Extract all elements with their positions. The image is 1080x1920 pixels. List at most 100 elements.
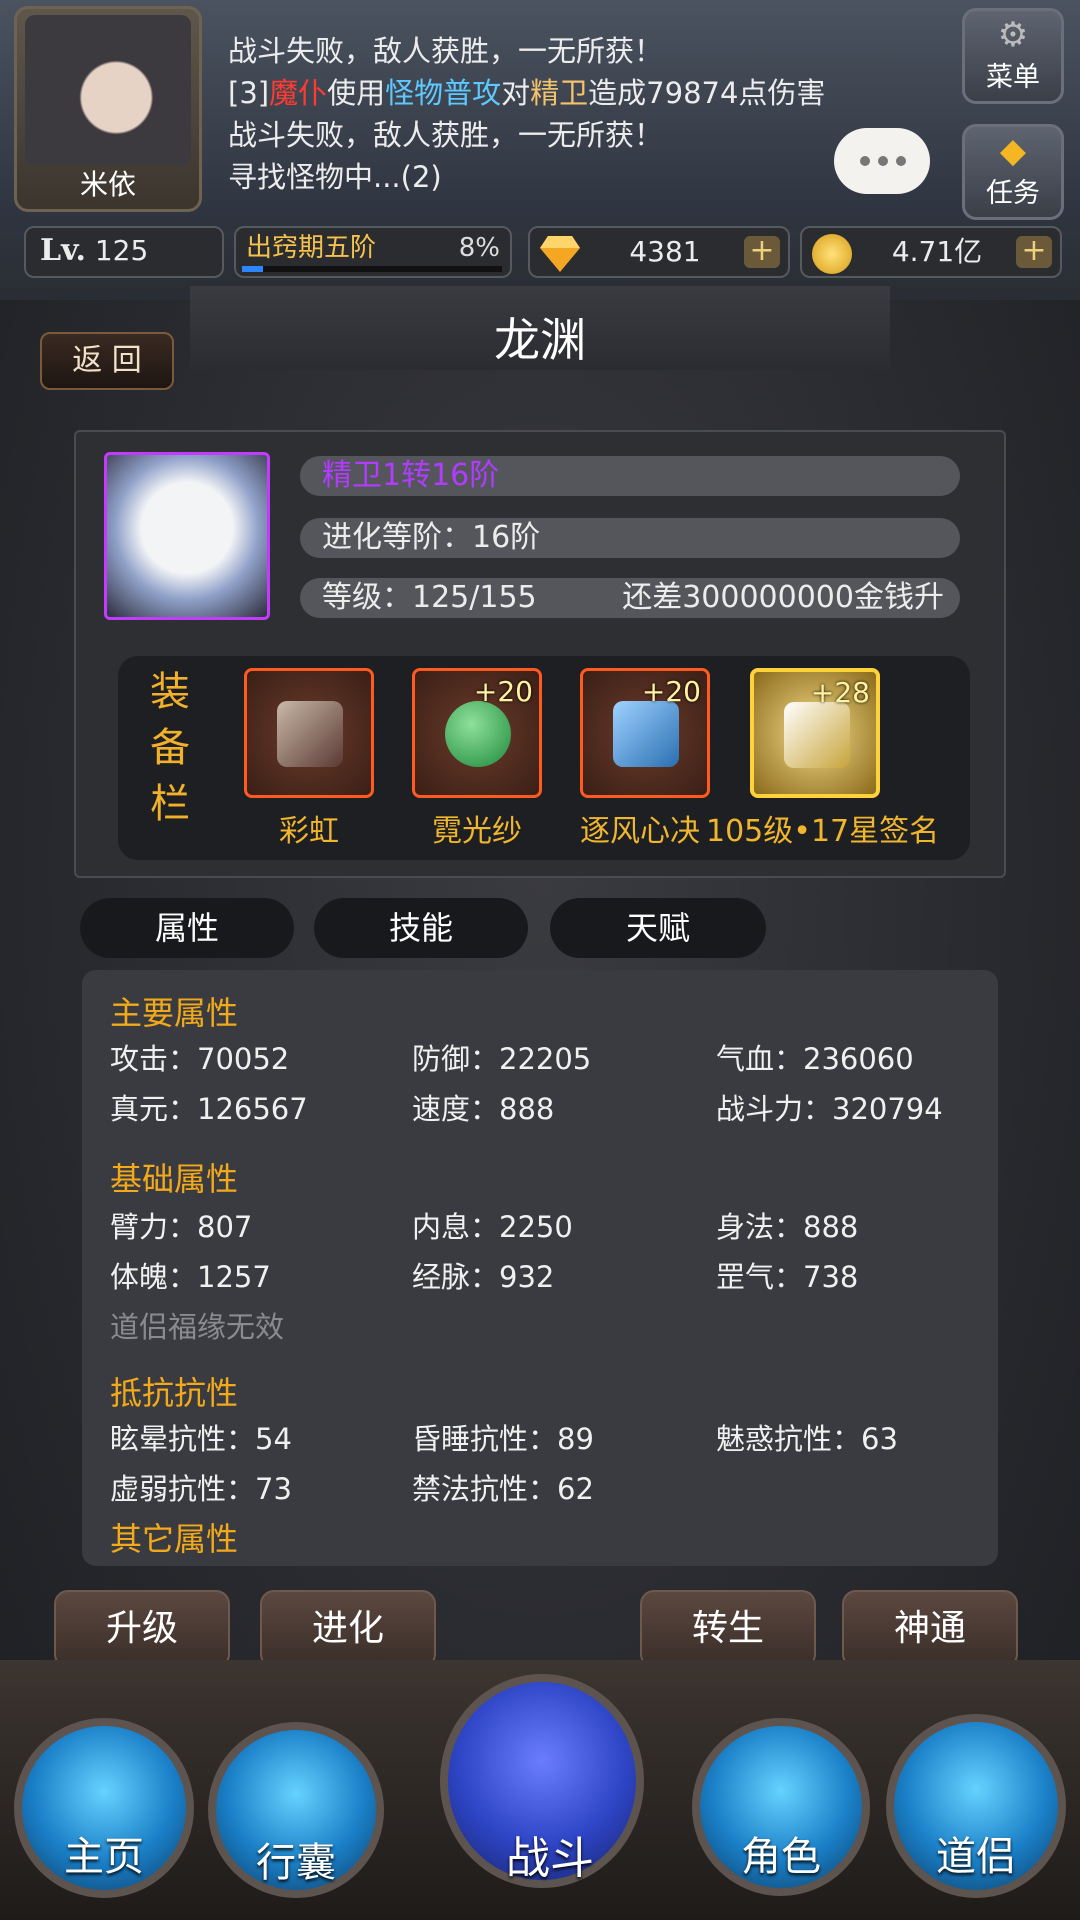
equip-slot-wind-manual[interactable]: +20: [580, 668, 710, 798]
gem-currency: 4381 +: [528, 226, 790, 278]
realm-name: 出窍期五阶: [246, 233, 377, 263]
resist-stun: 眩晕抗性：54: [110, 1422, 292, 1456]
attr-gang-qi: 罡气：738: [716, 1260, 859, 1294]
equip-name: 105级•17星签名: [706, 814, 940, 849]
add-gold-button[interactable]: +: [1016, 236, 1052, 268]
tab-talents[interactable]: 天赋: [550, 898, 766, 958]
battle-log-segment: 战斗失败，敌人获胜，一无所获！: [228, 118, 664, 152]
equipment-label-char: 备: [150, 725, 190, 771]
battle-log-line: 寻找怪物中...(2): [228, 156, 828, 198]
rebirth-button[interactable]: 转生: [640, 1590, 816, 1668]
divine-power-button[interactable]: 神通: [842, 1590, 1018, 1668]
battle-log-segment: [3]: [228, 76, 270, 110]
gem-icon: [540, 236, 580, 272]
battle-log-segment: 造成79874点伤害: [588, 76, 826, 110]
gold-amount: 4.71亿: [891, 235, 983, 268]
nav-inventory-label: 行囊: [256, 1840, 336, 1886]
battle-log-line: 战斗失败，敌人获胜，一无所获！: [228, 30, 828, 72]
attr-agility: 身法：888: [716, 1210, 859, 1244]
level-display: Lv. 125: [24, 226, 224, 278]
battle-log-segment: 怪物普攻: [385, 76, 502, 110]
book-icon: [613, 701, 679, 767]
resist-weakness: 虚弱抗性：73: [110, 1472, 292, 1506]
avatar-portrait: [25, 15, 191, 165]
evolve-button[interactable]: 进化: [260, 1590, 436, 1668]
equip-name: 逐风心决: [580, 814, 700, 849]
section-resistances: 抵抗抗性: [110, 1374, 239, 1412]
realm-progress-fill: [242, 266, 263, 272]
battle-log: 战斗失败，敌人获胜，一无所获！ [3]魔仆使用怪物普攻对精卫造成79874点伤害战…: [228, 30, 828, 220]
battle-log-segment: 对: [501, 76, 531, 110]
base-note: 道侣福缘无效: [110, 1310, 285, 1344]
task-label: 任务: [986, 178, 1040, 209]
sword-icon: [784, 702, 850, 768]
pet-upgrade-cost: 还差300000000金钱升: [622, 580, 944, 615]
enhance-level: +20: [473, 675, 533, 708]
upgrade-button[interactable]: 升级: [54, 1590, 230, 1668]
pet-portrait[interactable]: [104, 452, 270, 620]
gold-currency: 4.71亿 +: [800, 226, 1062, 278]
battle-log-line: [3]魔仆使用怪物普攻对精卫造成79874点伤害: [228, 72, 828, 114]
jade-orb-icon: [445, 701, 511, 767]
nav-battle-label: 战斗: [506, 1833, 594, 1884]
section-other-attributes: 其它属性: [110, 1520, 239, 1558]
attr-meridian: 经脉：932: [412, 1260, 555, 1294]
attr-defense: 防御：22205: [412, 1042, 592, 1076]
diamond-icon: ◆: [999, 131, 1027, 171]
battle-log-segment: 魔仆: [269, 76, 328, 110]
gold-coin-icon: [812, 234, 852, 274]
battle-log-segment: 寻找怪物中...(2): [228, 160, 442, 194]
back-button[interactable]: 返 回: [40, 332, 174, 390]
battle-log-segment: 使用: [327, 76, 386, 110]
equip-slot-neon-gauze[interactable]: +20: [412, 668, 542, 798]
attr-strength: 臂力：807: [110, 1210, 253, 1244]
nav-companion-label: 道侣: [936, 1834, 1016, 1880]
realm-progress: 出窍期五阶 8%: [234, 226, 512, 278]
pet-name: 精卫1转16阶: [300, 456, 960, 496]
equip-slot-signature[interactable]: +28: [750, 668, 880, 798]
menu-button[interactable]: ⚙ 菜单: [962, 8, 1064, 104]
nav-home-label: 主页: [64, 1834, 144, 1880]
attr-combat-power: 战斗力：320794: [716, 1092, 943, 1126]
battle-log-segment: 精卫: [530, 76, 589, 110]
realm-progress-bar: [242, 266, 502, 272]
player-name: 米依: [79, 168, 136, 201]
battle-log-segment: 战斗失败，敌人获胜，一无所获！: [228, 34, 664, 68]
tab-skills[interactable]: 技能: [314, 898, 528, 958]
player-avatar[interactable]: 米依: [14, 6, 202, 212]
equipment-label-char: 栏: [150, 781, 190, 827]
pet-evolution: 进化等阶：16阶: [300, 518, 960, 558]
realm-percent: 8%: [458, 233, 500, 263]
section-main-attributes: 主要属性: [110, 994, 239, 1032]
equipment-label: 装 备 栏: [150, 664, 190, 832]
attr-inner-breath: 内息：2250: [412, 1210, 573, 1244]
pet-level: 等级：125/155: [322, 580, 537, 615]
tab-attributes[interactable]: 属性: [80, 898, 294, 958]
resist-charm: 魅惑抗性：63: [716, 1422, 898, 1456]
page-title: 龙渊: [494, 313, 586, 367]
task-button[interactable]: ◆ 任务: [962, 124, 1064, 220]
resist-sleep: 昏睡抗性：89: [412, 1422, 594, 1456]
nav-character-label: 角色: [741, 1834, 821, 1880]
attr-attack: 攻击：70052: [110, 1042, 290, 1076]
ribbon-icon: [277, 701, 343, 767]
equip-name: 霓光纱: [432, 814, 522, 849]
equip-slot-rainbow[interactable]: [244, 668, 374, 798]
enhance-level: +28: [810, 676, 870, 709]
attr-hp: 气血：236060: [716, 1042, 914, 1076]
gear-icon: ⚙: [997, 15, 1029, 55]
pet-level-bar: 等级：125/155 还差300000000金钱升: [300, 578, 960, 618]
level-prefix: Lv.: [40, 233, 86, 268]
battle-log-line: 战斗失败，敌人获胜，一无所获！: [228, 114, 828, 156]
top-bar: 米依 战斗失败，敌人获胜，一无所获！ [3]魔仆使用怪物普攻对精卫造成79874点…: [0, 0, 1080, 300]
menu-label: 菜单: [986, 62, 1040, 93]
chat-bubble-icon[interactable]: [834, 128, 930, 194]
attr-true-essence: 真元：126567: [110, 1092, 308, 1126]
section-base-attributes: 基础属性: [110, 1160, 239, 1198]
add-gems-button[interactable]: +: [744, 236, 780, 268]
level-value: 125: [94, 234, 149, 267]
resist-silence: 禁法抗性：62: [412, 1472, 594, 1506]
attr-constitution: 体魄：1257: [110, 1260, 271, 1294]
attr-speed: 速度：888: [412, 1092, 555, 1126]
equip-name: 彩虹: [279, 814, 339, 849]
